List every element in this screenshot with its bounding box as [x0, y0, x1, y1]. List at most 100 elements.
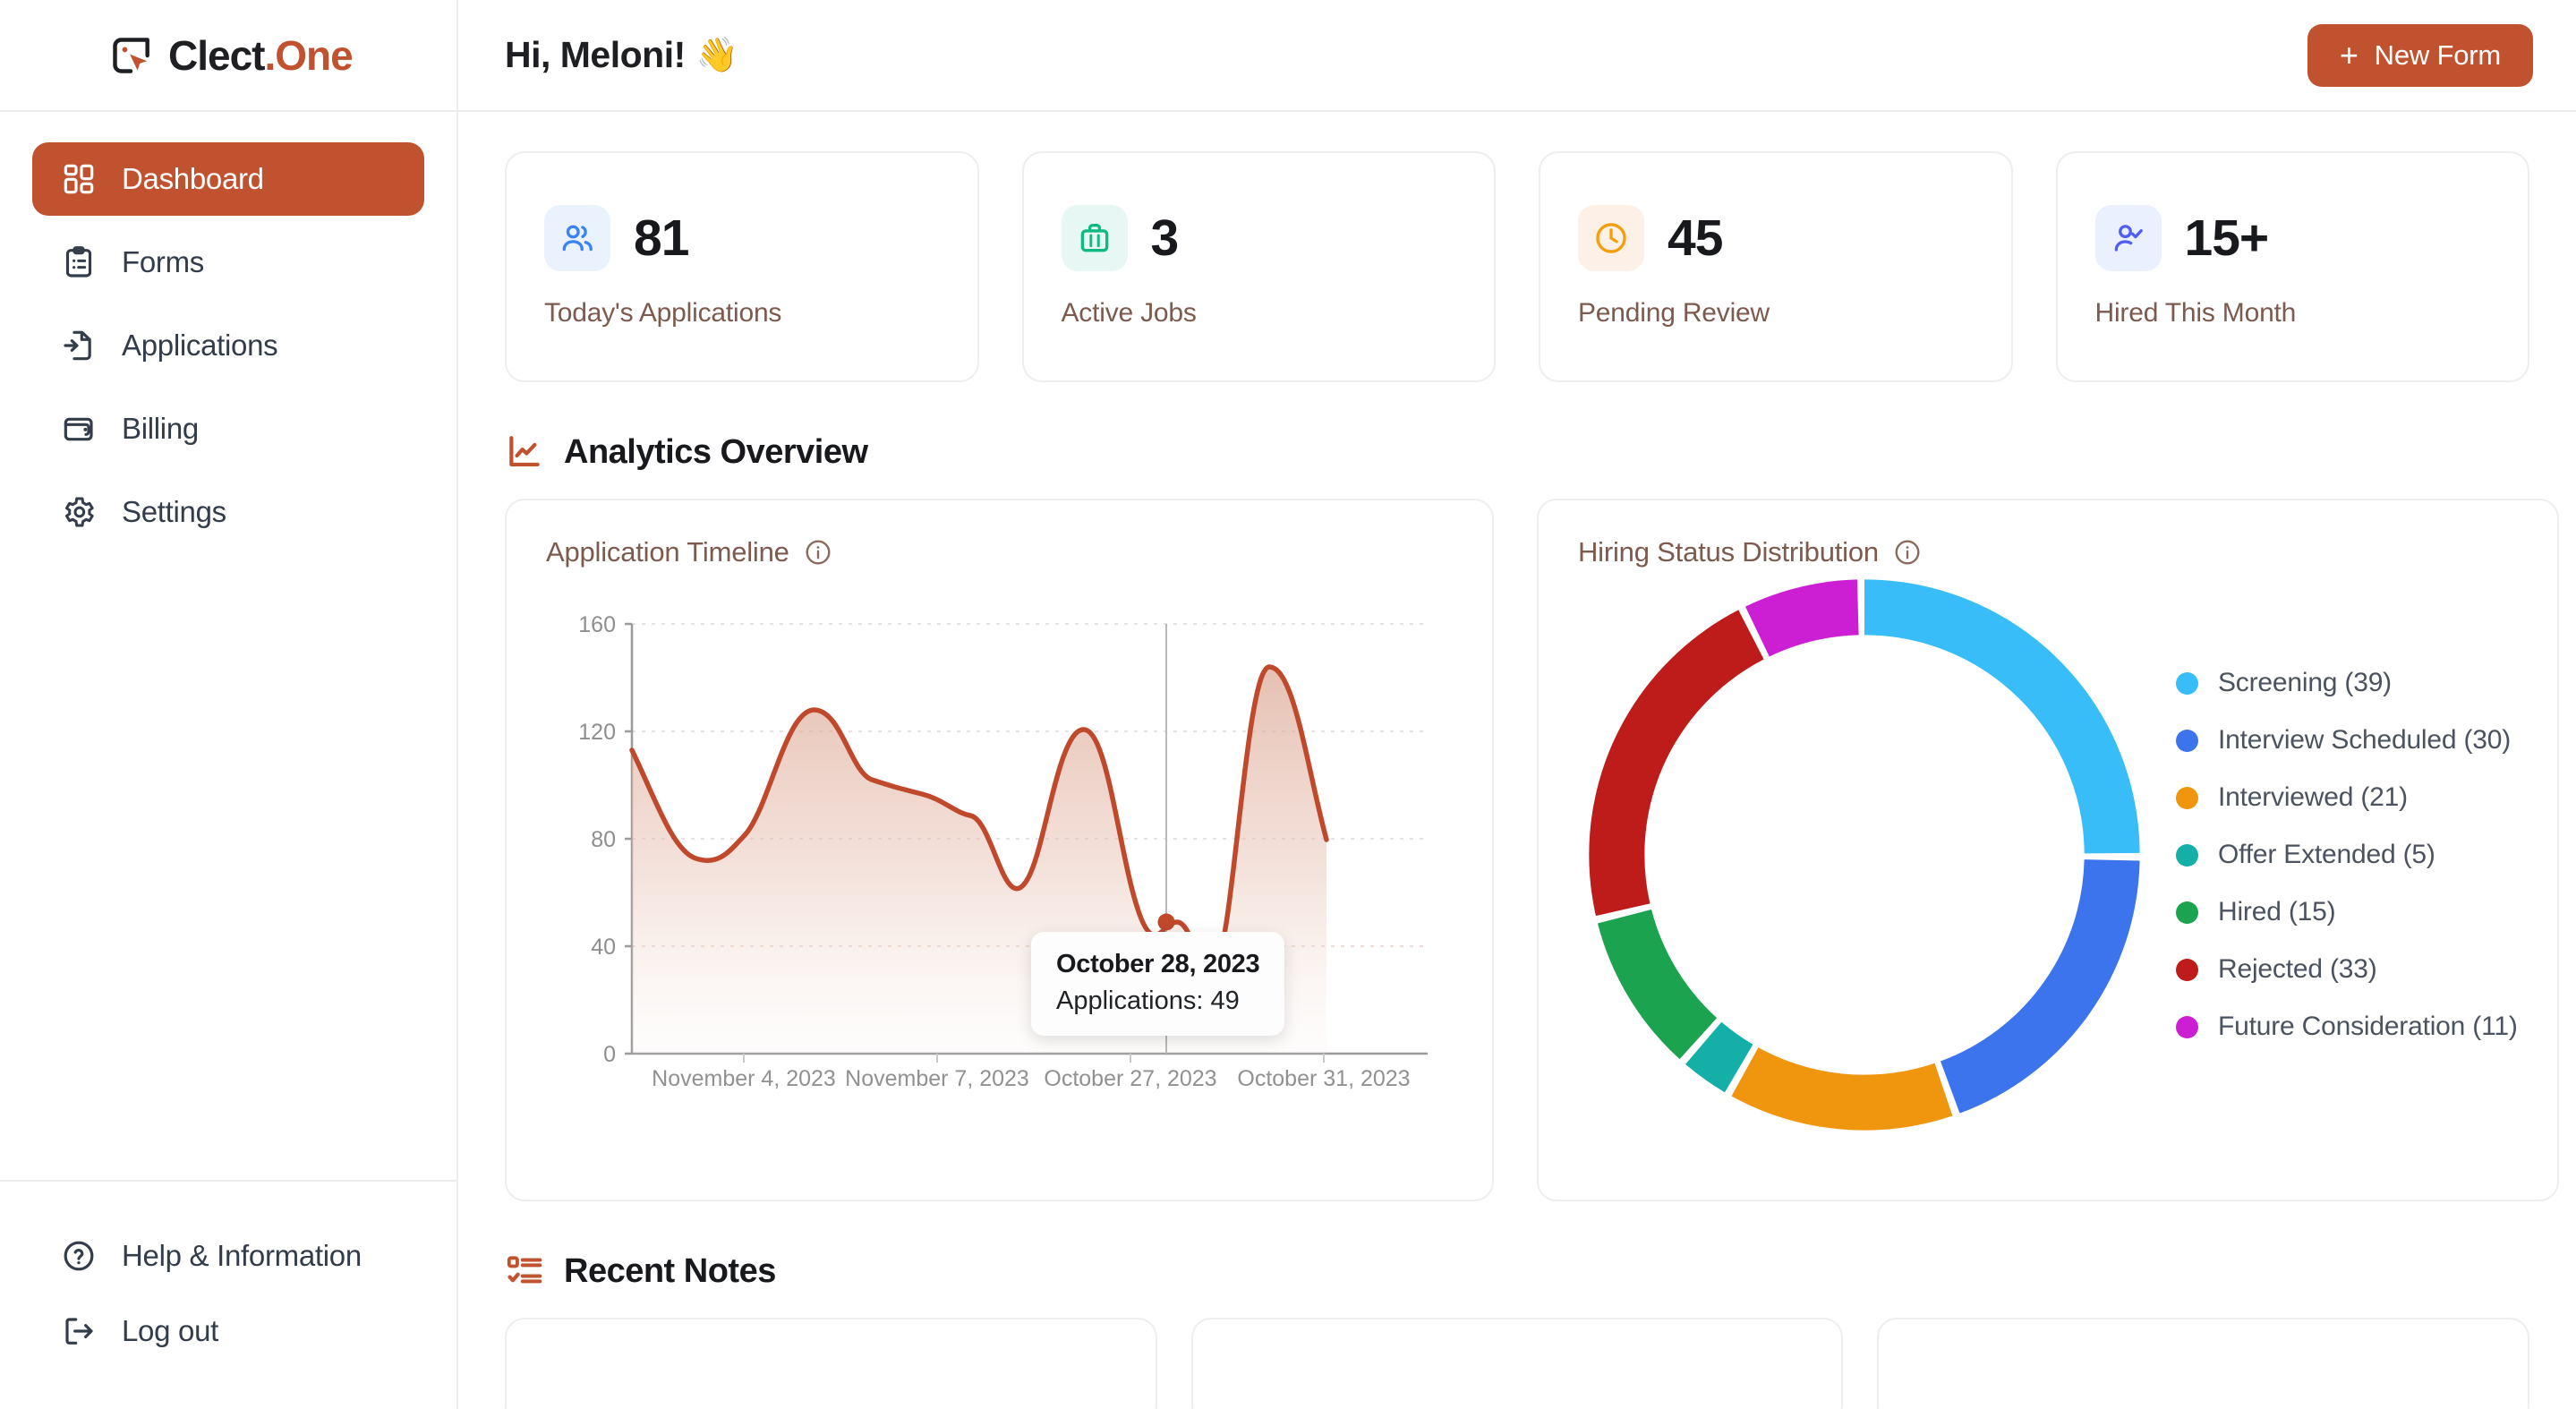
- question-circle-icon: [59, 1236, 98, 1276]
- sidebar-item-dashboard[interactable]: Dashboard: [32, 142, 424, 216]
- legend-label: Future Consideration (11): [2218, 1012, 2518, 1041]
- app-root: Clect.One Dashboard Forms Applications B…: [0, 0, 2576, 1409]
- sidebar-nav: Dashboard Forms Applications Billing Set…: [0, 112, 456, 559]
- brand-name-accent: One: [275, 31, 353, 79]
- sidebar-item-label: Billing: [122, 412, 199, 445]
- legend-item-screening[interactable]: Screening (39): [2176, 654, 2518, 712]
- sidebar-item-help[interactable]: Help & Information: [32, 1223, 424, 1289]
- brand-name-dot: .: [264, 31, 276, 79]
- timeline-title-text: Application Timeline: [546, 536, 789, 568]
- stat-card-pending-review[interactable]: 45 Pending Review: [1539, 151, 2013, 382]
- brand-logo[interactable]: Clect.One: [0, 0, 456, 112]
- application-timeline-card: Application Timeline 160 120 80 40 0 Nov…: [505, 499, 1494, 1201]
- clipboard-list-icon: [59, 243, 98, 282]
- tooltip-value: Applications: 49: [1056, 986, 1240, 1015]
- timeline-tooltip: October 28, 2023 Applications: 49: [1031, 932, 1285, 1036]
- stat-card-top: 81: [544, 205, 940, 271]
- list-check-icon: [505, 1251, 544, 1291]
- legend-color-dot: [2176, 1015, 2198, 1038]
- users-icon: [544, 205, 610, 271]
- legend-item-rejected[interactable]: Rejected (33): [2176, 941, 2518, 998]
- donut-and-legend: Screening (39) Interview Scheduled (30) …: [1578, 568, 2518, 1141]
- grid-dashboard-icon: [59, 159, 98, 199]
- sidebar-item-label: Applications: [122, 329, 278, 362]
- legend-color-dot: [2176, 901, 2198, 924]
- legend-color-dot: [2176, 843, 2198, 867]
- legend-color-dot: [2176, 958, 2198, 981]
- sidebar-item-logout[interactable]: Log out: [32, 1298, 424, 1364]
- donut-chart[interactable]: [1578, 577, 2151, 1132]
- hiring-status-distribution-card: Hiring Status Distribution Screening (39…: [1537, 499, 2559, 1201]
- legend-color-dot: [2176, 729, 2198, 752]
- info-circle-icon[interactable]: [804, 538, 832, 567]
- sidebar-bottom-nav: Help & Information Log out: [0, 1180, 456, 1409]
- main-area: Hi, Meloni! 👋 + New Form 81 Today's Appl…: [458, 0, 2576, 1409]
- svg-text:80: 80: [591, 827, 616, 852]
- briefcase-icon: [1061, 205, 1128, 271]
- sidebar-item-applications[interactable]: Applications: [32, 309, 424, 382]
- timeline-hover-point: [1157, 913, 1175, 931]
- stat-card-active-jobs[interactable]: 3 Active Jobs: [1021, 151, 1496, 382]
- stat-card-top: 3: [1061, 205, 1457, 271]
- analytics-section-title: Analytics Overview: [564, 432, 868, 471]
- note-card[interactable]: [1877, 1318, 2530, 1409]
- legend-item-offer-extended[interactable]: Offer Extended (5): [2176, 826, 2518, 884]
- timeline-chart-svg: 160 120 80 40 0 November 4, 2023 Novembe…: [578, 612, 1428, 1091]
- cursor-in-square-icon: [113, 37, 149, 73]
- notes-row: [505, 1318, 2530, 1409]
- note-card[interactable]: [505, 1318, 1157, 1409]
- svg-text:160: 160: [578, 612, 616, 637]
- timeline-chart[interactable]: 160 120 80 40 0 November 4, 2023 Novembe…: [546, 588, 1453, 1166]
- stat-label: Today's Applications: [544, 298, 782, 328]
- timeline-x-tick-labels: November 4, 2023 November 7, 2023 Octobe…: [652, 1066, 1410, 1091]
- charts-row: Application Timeline 160 120 80 40 0 Nov…: [505, 499, 2559, 1201]
- stat-card-hired-this-month[interactable]: 15+ Hired This Month: [2055, 151, 2529, 382]
- main-content: 81 Today's Applications 3 Active Jobs 45…: [458, 112, 2576, 1409]
- recent-notes-section-title: Recent Notes: [564, 1251, 776, 1290]
- sidebar-item-forms[interactable]: Forms: [32, 226, 424, 299]
- donut-card-title: Hiring Status Distribution: [1578, 536, 2518, 568]
- sidebar-item-settings[interactable]: Settings: [32, 475, 424, 549]
- stat-label: Hired This Month: [2094, 298, 2297, 328]
- legend-label: Rejected (33): [2218, 954, 2377, 984]
- note-card[interactable]: [1190, 1318, 1844, 1409]
- stat-card-top: 45: [1578, 205, 1974, 271]
- legend-item-interview-scheduled[interactable]: Interview Scheduled (30): [2176, 712, 2518, 769]
- stat-value: 3: [1150, 209, 1180, 267]
- svg-text:November 7, 2023: November 7, 2023: [845, 1066, 1029, 1091]
- donut-title-text: Hiring Status Distribution: [1578, 536, 1879, 568]
- tooltip-date: October 28, 2023: [1056, 950, 1260, 978]
- stat-value: 45: [1668, 209, 1723, 267]
- sidebar-item-label: Log out: [122, 1314, 219, 1347]
- page-title: Hi, Meloni! 👋: [505, 34, 738, 76]
- sidebar-item-label: Dashboard: [122, 162, 264, 195]
- legend-item-interviewed[interactable]: Interviewed (21): [2176, 769, 2518, 826]
- brand-name-main: Clect: [168, 31, 265, 79]
- legend-label: Hired (15): [2218, 897, 2336, 927]
- legend-item-future-consideration[interactable]: Future Consideration (11): [2176, 998, 2518, 1055]
- new-form-button[interactable]: + New Form: [2307, 23, 2533, 87]
- svg-text:40: 40: [591, 935, 616, 960]
- donut-chart-svg: [1589, 579, 2140, 1131]
- legend-item-hired[interactable]: Hired (15): [2176, 884, 2518, 941]
- greeting-text: Hi, Meloni!: [505, 34, 686, 75]
- legend-color-dot: [2176, 786, 2198, 809]
- info-circle-icon[interactable]: [1893, 538, 1922, 567]
- legend-label: Interview Scheduled (30): [2218, 725, 2512, 755]
- user-check-icon: [2094, 205, 2162, 271]
- analytics-section-heading: Analytics Overview: [505, 432, 2529, 472]
- stat-label: Active Jobs: [1061, 298, 1197, 328]
- gear-icon: [59, 492, 98, 532]
- stat-card-todays-applications[interactable]: 81 Today's Applications: [505, 151, 979, 382]
- file-arrow-in-icon: [59, 326, 98, 365]
- sidebar: Clect.One Dashboard Forms Applications B…: [0, 0, 458, 1409]
- sidebar-item-label: Forms: [122, 245, 204, 278]
- stat-label: Pending Review: [1578, 298, 1770, 328]
- sidebar-item-label: Help & Information: [122, 1239, 362, 1272]
- svg-text:October 31, 2023: October 31, 2023: [1237, 1066, 1410, 1091]
- waving-hand-icon: 👋: [695, 36, 738, 74]
- sidebar-item-billing[interactable]: Billing: [32, 392, 424, 465]
- top-bar: Hi, Meloni! 👋 + New Form: [458, 0, 2576, 112]
- timeline-card-title: Application Timeline: [546, 536, 1453, 568]
